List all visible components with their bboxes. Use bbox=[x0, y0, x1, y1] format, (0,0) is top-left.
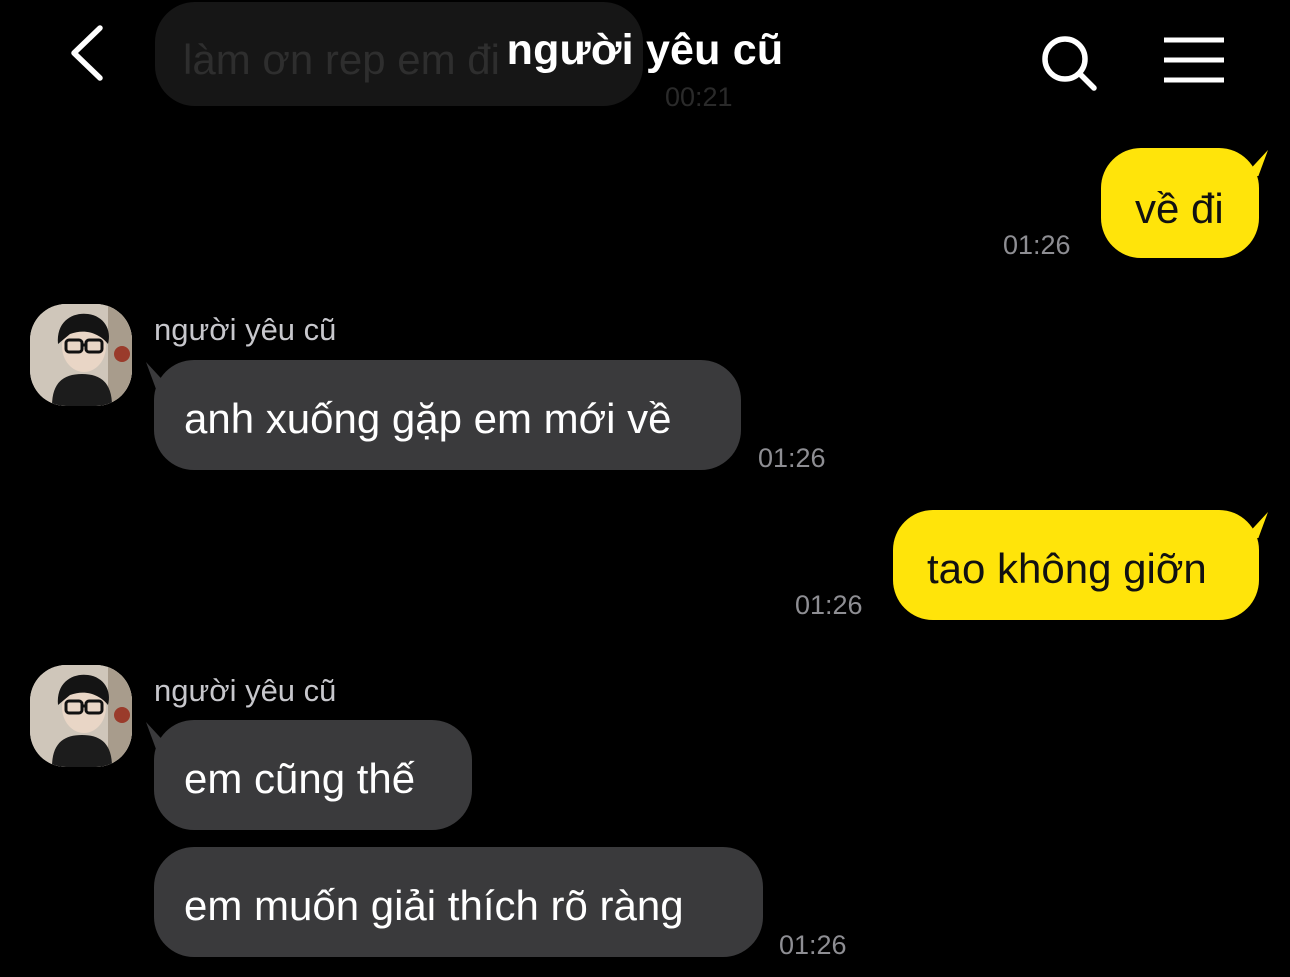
profile-photo-icon bbox=[30, 304, 132, 406]
search-button[interactable] bbox=[1036, 30, 1102, 96]
search-icon bbox=[1042, 36, 1097, 91]
message-time: 01:26 bbox=[779, 930, 847, 960]
incoming-message-bubble[interactable]: anh xuống gặp em mới về bbox=[154, 360, 741, 470]
previous-message-time: 00:21 bbox=[665, 82, 733, 112]
outgoing-message-bubble[interactable]: tao không giỡn bbox=[893, 510, 1259, 620]
sender-name: người yêu cũ bbox=[154, 312, 337, 347]
chat-screen: làm ơn rep em đi 00:21 người yêu cũ 01:2… bbox=[0, 0, 1290, 977]
message-time: 01:26 bbox=[795, 590, 863, 620]
message-text: em cũng thế bbox=[184, 755, 416, 802]
incoming-message-bubble[interactable]: em muốn giải thích rõ ràng bbox=[154, 847, 763, 957]
menu-button[interactable] bbox=[1160, 34, 1230, 86]
message-text: tao không giỡn bbox=[927, 545, 1207, 592]
outgoing-message-bubble[interactable]: về đi bbox=[1101, 148, 1259, 258]
sender-name: người yêu cũ bbox=[154, 673, 337, 708]
profile-photo-icon bbox=[30, 665, 132, 767]
avatar[interactable] bbox=[30, 304, 132, 406]
message-time: 01:26 bbox=[1003, 230, 1071, 260]
menu-icon bbox=[1164, 37, 1224, 83]
message-text: anh xuống gặp em mới về bbox=[184, 395, 672, 442]
message-time: 01:26 bbox=[758, 443, 826, 473]
avatar[interactable] bbox=[30, 665, 132, 767]
message-text: về đi bbox=[1135, 185, 1224, 232]
message-text: em muốn giải thích rõ ràng bbox=[184, 882, 684, 929]
incoming-message-bubble[interactable]: em cũng thế bbox=[154, 720, 472, 830]
